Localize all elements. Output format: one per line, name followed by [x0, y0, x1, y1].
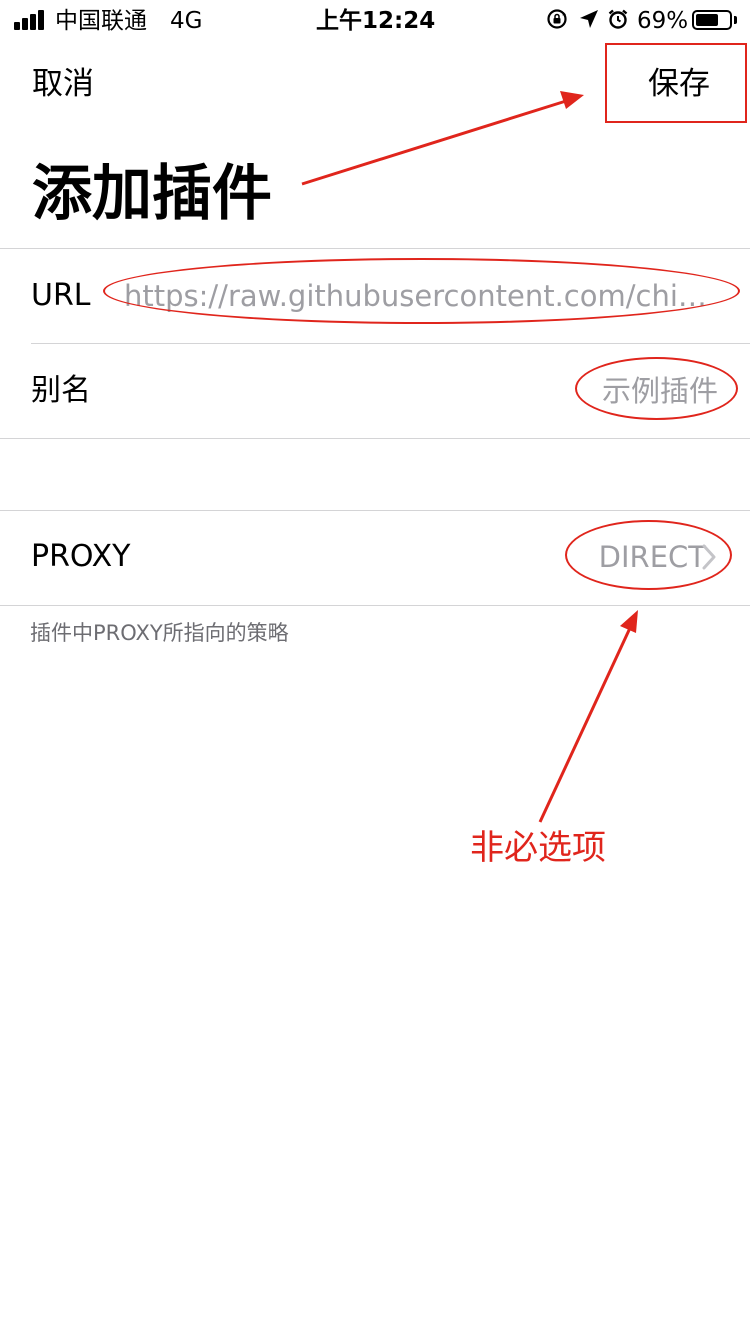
- annotation-arrows: [301, 91, 638, 823]
- save-arrow-head: [560, 91, 584, 109]
- add-plugin-screen: 中国联通 4G 上午12:24 69% 取消 保存 添加插件 URL https…: [0, 0, 750, 1334]
- proxy-arrow-line: [538, 627, 632, 823]
- optional-annotation-text: 非必选项: [470, 828, 606, 868]
- proxy-arrow-head: [620, 610, 638, 633]
- save-arrow-line: [301, 99, 567, 186]
